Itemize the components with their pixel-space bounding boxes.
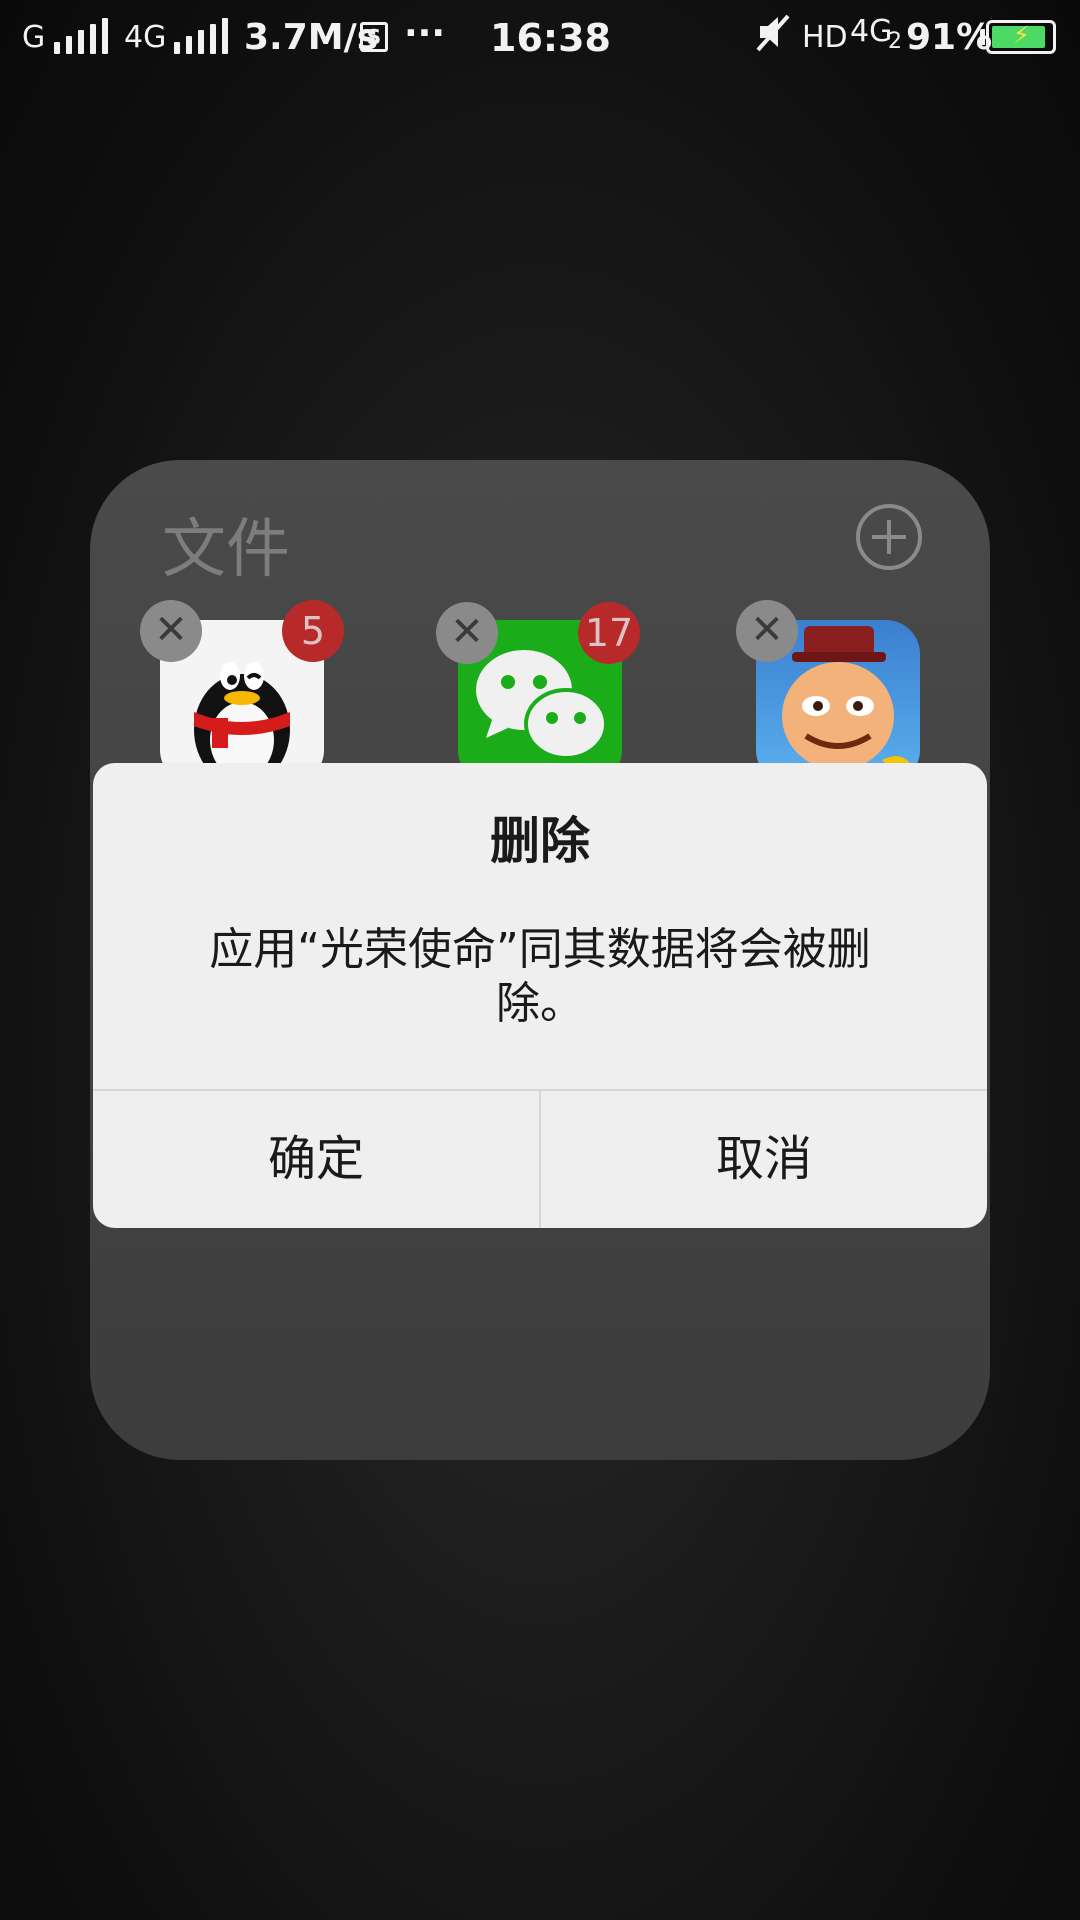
mute-icon	[756, 12, 792, 65]
network-sim-index: 2	[888, 29, 902, 54]
sim-icon: S	[360, 22, 388, 52]
cancel-button[interactable]: 取消	[541, 1091, 987, 1228]
signal-strength-icon	[54, 18, 110, 54]
clock: 16:38	[490, 16, 611, 60]
battery-nub	[980, 29, 985, 45]
dialog-title: 删除	[490, 812, 590, 870]
delete-wechat-button[interactable]: ✕	[436, 602, 498, 664]
dialog-message: 应用“光荣使命”同其数据将会被删除。	[209, 924, 871, 1029]
status-bar: G 4G 3.7M/s S ··· 16:38 HD 4G 2 91% ⚡	[0, 0, 1080, 76]
delete-dialog: 删除 应用“光荣使命”同其数据将会被删除。 确定 取消	[93, 763, 987, 1228]
delete-qq-button[interactable]: ✕	[140, 600, 202, 662]
hd-label: HD	[802, 20, 848, 55]
carrier-label-1: G	[22, 20, 46, 55]
more-icon: ···	[404, 13, 446, 54]
charging-icon: ⚡	[1013, 21, 1030, 49]
add-app-icon[interactable]	[856, 504, 922, 570]
wechat-badge: 17	[578, 602, 640, 664]
qq-badge: 5	[282, 600, 344, 662]
folder-title[interactable]: 文件	[162, 498, 290, 590]
network-speed: 3.7M/s	[244, 17, 379, 58]
battery-icon: ⚡	[986, 20, 1056, 54]
carrier-label-2: 4G	[124, 20, 167, 55]
network-type: 4G	[850, 14, 893, 49]
signal-strength-icon-2	[174, 18, 230, 54]
confirm-button[interactable]: 确定	[93, 1091, 539, 1228]
delete-game-button[interactable]: ✕	[736, 600, 798, 662]
screen: G 4G 3.7M/s S ··· 16:38 HD 4G 2 91% ⚡ 文件	[0, 0, 1080, 1920]
